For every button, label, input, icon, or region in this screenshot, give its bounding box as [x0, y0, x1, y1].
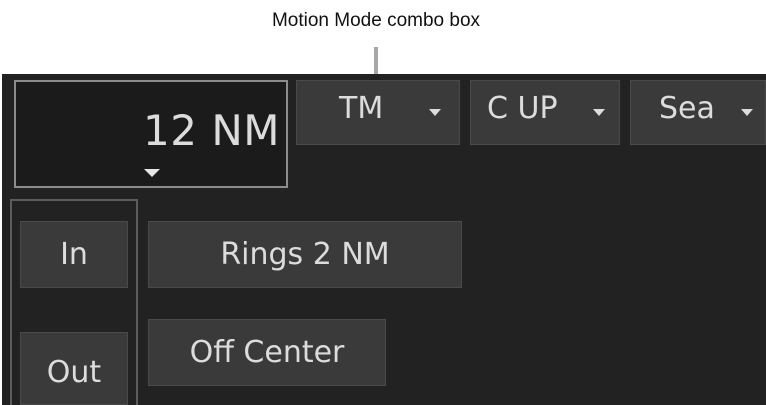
zoom-in-label: In [60, 237, 88, 272]
caret-down-icon [144, 169, 160, 177]
rings-button[interactable]: Rings 2 NM [148, 221, 462, 288]
zoom-out-label: Out [46, 355, 102, 390]
motion-mode-label: TM [339, 91, 384, 126]
caret-down-icon [429, 109, 441, 116]
zoom-in-button[interactable]: In [20, 221, 128, 288]
off-center-label: Off Center [189, 335, 345, 370]
orientation-mode-combo[interactable]: C UP [470, 80, 620, 145]
off-center-button[interactable]: Off Center [148, 319, 386, 386]
callout-caption: Motion Mode combo box [271, 10, 481, 31]
rings-label: Rings 2 NM [220, 237, 390, 272]
orientation-mode-label: C UP [487, 91, 558, 126]
range-scale-combo[interactable]: 12 NM [14, 80, 288, 188]
range-value: 12 NM [143, 106, 280, 155]
stabilization-label: Sea [659, 91, 715, 126]
caret-down-icon [593, 109, 605, 116]
caret-down-icon [741, 109, 753, 116]
motion-mode-combo[interactable]: TM [296, 80, 460, 145]
stabilization-combo[interactable]: Sea [630, 80, 766, 145]
zoom-out-button[interactable]: Out [20, 332, 128, 405]
